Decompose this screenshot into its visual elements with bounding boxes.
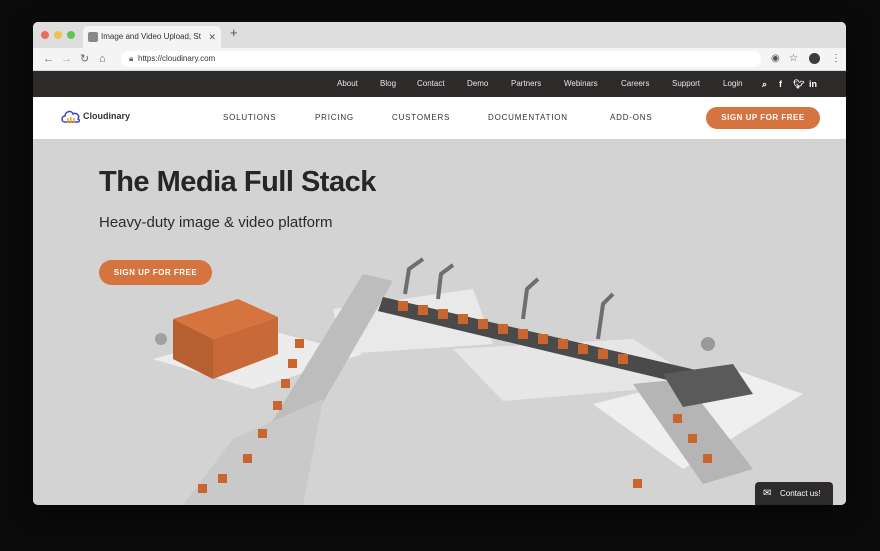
contact-label: Contact us!: [780, 489, 821, 498]
util-link-partners[interactable]: Partners: [511, 71, 541, 97]
reload-icon[interactable]: ↻: [80, 52, 89, 66]
url-bar[interactable]: 🔒︎ https://cloudinary.com: [121, 51, 761, 67]
back-icon[interactable]: ←: [43, 52, 54, 66]
cloudinary-logo-icon[interactable]: [61, 109, 81, 127]
drone-robot-left: [155, 333, 167, 345]
drone-robot-right: [701, 337, 715, 351]
hero-signup-button[interactable]: SIGN UP FOR FREE: [99, 260, 212, 285]
nav-signup-button[interactable]: SIGN UP FOR FREE: [706, 107, 820, 129]
twitter-icon[interactable]: 🐦︎: [793, 71, 804, 97]
util-link-support[interactable]: Support: [672, 71, 700, 97]
nav-pricing[interactable]: PRICING: [315, 97, 354, 139]
util-link-login[interactable]: Login: [723, 71, 743, 97]
util-link-careers[interactable]: Careers: [621, 71, 649, 97]
menu-icon[interactable]: ⋮: [831, 52, 841, 66]
url-text: https://cloudinary.com: [138, 54, 216, 63]
search-icon[interactable]: ⌕: [762, 71, 767, 97]
contact-widget[interactable]: ✉ Contact us!: [755, 482, 833, 505]
main-nav: Cloudinary SOLUTIONS PRICING CUSTOMERS D…: [33, 97, 846, 140]
logo-text[interactable]: Cloudinary: [83, 111, 130, 121]
maximize-window-button[interactable]: [67, 31, 75, 39]
nav-add-ons[interactable]: ADD-ONS: [610, 97, 653, 139]
nav-customers[interactable]: CUSTOMERS: [392, 97, 450, 139]
linkedin-icon[interactable]: in: [809, 71, 817, 97]
util-link-contact[interactable]: Contact: [417, 71, 445, 97]
forward-icon[interactable]: →: [61, 52, 72, 66]
home-icon[interactable]: ⌂: [99, 52, 106, 66]
hero-section: The Media Full Stack Heavy-duty image & …: [33, 139, 846, 505]
minimize-window-button[interactable]: [54, 31, 62, 39]
hero-title: The Media Full Stack: [99, 166, 376, 198]
utility-nav: About Blog Contact Demo Partners Webinar…: [33, 71, 846, 97]
favicon-icon: [88, 32, 98, 42]
tab-strip: Image and Video Upload, Stor... ✕ +: [33, 22, 846, 48]
util-link-about[interactable]: About: [337, 71, 358, 97]
tab-title: Image and Video Upload, Stor...: [101, 32, 201, 41]
browser-window: Image and Video Upload, Stor... ✕ + ← → …: [33, 22, 846, 505]
close-tab-icon[interactable]: ✕: [208, 26, 216, 48]
close-window-button[interactable]: [41, 31, 49, 39]
extension-icon[interactable]: ◉: [771, 52, 780, 66]
envelope-icon: ✉: [763, 488, 772, 499]
hero-subtitle: Heavy-duty image & video platform: [99, 214, 333, 231]
profile-icon[interactable]: [809, 53, 820, 64]
star-icon[interactable]: ☆: [789, 52, 798, 66]
browser-tab[interactable]: Image and Video Upload, Stor... ✕: [83, 26, 221, 48]
nav-documentation[interactable]: DOCUMENTATION: [488, 97, 568, 139]
util-link-webinars[interactable]: Webinars: [564, 71, 598, 97]
address-toolbar: ← → ↻ ⌂ 🔒︎ https://cloudinary.com ◉ ☆ ⋮: [33, 48, 846, 71]
nav-solutions[interactable]: SOLUTIONS: [223, 97, 276, 139]
util-link-blog[interactable]: Blog: [380, 71, 396, 97]
facebook-icon[interactable]: f: [779, 71, 782, 97]
lock-icon: 🔒︎: [129, 54, 134, 63]
util-link-demo[interactable]: Demo: [467, 71, 488, 97]
new-tab-button[interactable]: +: [230, 25, 238, 40]
